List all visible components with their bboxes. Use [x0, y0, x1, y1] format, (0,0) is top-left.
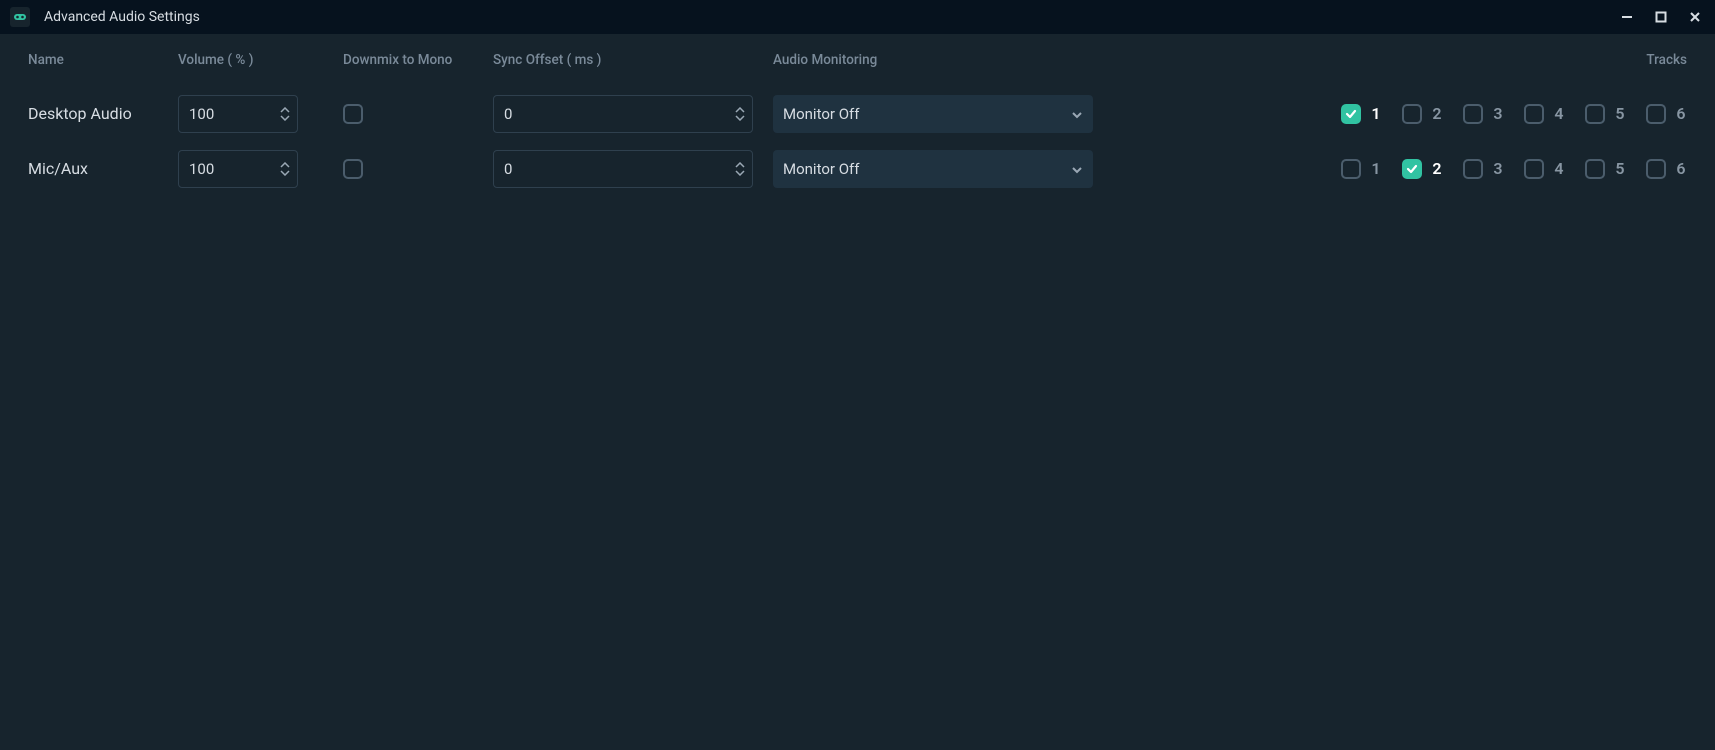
volume-input[interactable]: 100	[178, 95, 298, 133]
track-6-label: 6	[1675, 159, 1687, 178]
volume-value[interactable]: 100	[179, 105, 273, 123]
track-1-item: 1	[1341, 104, 1382, 124]
track-4-item: 4	[1524, 104, 1565, 124]
track-3-label: 3	[1492, 159, 1504, 178]
sync-offset-input[interactable]: 0	[493, 95, 753, 133]
spinbox-stepper[interactable]	[273, 162, 297, 176]
chevron-down-icon	[1071, 160, 1083, 178]
track-2-label: 2	[1431, 104, 1443, 123]
sync-offset-value[interactable]: 0	[494, 160, 728, 178]
track-6-checkbox[interactable]	[1646, 104, 1666, 124]
track-1-checkbox[interactable]	[1341, 159, 1361, 179]
track-5-checkbox[interactable]	[1585, 104, 1605, 124]
source-name: Desktop Audio	[28, 86, 178, 141]
track-6-item: 6	[1646, 104, 1687, 124]
track-1-label: 1	[1370, 159, 1382, 178]
downmix-cell	[343, 141, 493, 196]
minimize-button[interactable]	[1613, 3, 1641, 31]
volume-input[interactable]: 100	[178, 150, 298, 188]
volume-cell: 100	[178, 141, 343, 196]
sync-offset-cell: 0	[493, 141, 773, 196]
track-3-item: 3	[1463, 159, 1504, 179]
track-4-item: 4	[1524, 159, 1565, 179]
track-1-item: 1	[1341, 159, 1382, 179]
volume-value[interactable]: 100	[179, 160, 273, 178]
header-tracks: Tracks	[1113, 52, 1687, 86]
spinbox-stepper[interactable]	[728, 162, 752, 176]
header-name: Name	[28, 52, 178, 86]
header-downmix: Downmix to Mono	[343, 52, 493, 86]
tracks-cell: 1 2 3 4 5 6	[1113, 86, 1687, 141]
tracks-cell: 1 2 3 4 5 6	[1113, 141, 1687, 196]
track-3-label: 3	[1492, 104, 1504, 123]
audio-monitoring-select[interactable]: Monitor Off	[773, 95, 1093, 133]
track-6-label: 6	[1675, 104, 1687, 123]
audio-monitoring-value: Monitor Off	[783, 105, 1071, 123]
track-5-label: 5	[1614, 104, 1626, 123]
sync-offset-value[interactable]: 0	[494, 105, 728, 123]
close-button[interactable]	[1681, 3, 1709, 31]
sync-offset-input[interactable]: 0	[493, 150, 753, 188]
titlebar: Advanced Audio Settings	[0, 0, 1715, 34]
audio-monitoring-cell: Monitor Off	[773, 86, 1113, 141]
content-area: Name Volume ( % ) Downmix to Mono Sync O…	[0, 34, 1715, 750]
track-4-label: 4	[1553, 104, 1565, 123]
downmix-cell	[343, 86, 493, 141]
track-5-label: 5	[1614, 159, 1626, 178]
track-6-item: 6	[1646, 159, 1687, 179]
track-4-checkbox[interactable]	[1524, 159, 1544, 179]
track-5-item: 5	[1585, 159, 1626, 179]
header-sync-offset: Sync Offset ( ms )	[493, 52, 773, 86]
header-audio-monitoring: Audio Monitoring	[773, 52, 1113, 86]
track-2-item: 2	[1402, 159, 1443, 179]
spinbox-stepper[interactable]	[728, 107, 752, 121]
track-1-checkbox[interactable]	[1341, 104, 1361, 124]
track-6-checkbox[interactable]	[1646, 159, 1666, 179]
track-2-label: 2	[1431, 159, 1443, 178]
audio-monitoring-select[interactable]: Monitor Off	[773, 150, 1093, 188]
source-name: Mic/Aux	[28, 141, 178, 196]
window-title: Advanced Audio Settings	[44, 9, 200, 25]
track-3-checkbox[interactable]	[1463, 104, 1483, 124]
downmix-to-mono-checkbox[interactable]	[343, 159, 363, 179]
track-5-checkbox[interactable]	[1585, 159, 1605, 179]
track-1-label: 1	[1370, 104, 1382, 123]
app-icon	[10, 7, 30, 27]
spinbox-stepper[interactable]	[273, 107, 297, 121]
track-3-item: 3	[1463, 104, 1504, 124]
volume-cell: 100	[178, 86, 343, 141]
track-5-item: 5	[1585, 104, 1626, 124]
maximize-button[interactable]	[1647, 3, 1675, 31]
audio-sources-table: Name Volume ( % ) Downmix to Mono Sync O…	[28, 52, 1687, 196]
track-4-checkbox[interactable]	[1524, 104, 1544, 124]
audio-monitoring-cell: Monitor Off	[773, 141, 1113, 196]
track-3-checkbox[interactable]	[1463, 159, 1483, 179]
header-volume: Volume ( % )	[178, 52, 343, 86]
downmix-to-mono-checkbox[interactable]	[343, 104, 363, 124]
sync-offset-cell: 0	[493, 86, 773, 141]
track-2-checkbox[interactable]	[1402, 159, 1422, 179]
chevron-down-icon	[1071, 105, 1083, 123]
track-4-label: 4	[1553, 159, 1565, 178]
track-2-checkbox[interactable]	[1402, 104, 1422, 124]
track-2-item: 2	[1402, 104, 1443, 124]
audio-monitoring-value: Monitor Off	[783, 160, 1071, 178]
